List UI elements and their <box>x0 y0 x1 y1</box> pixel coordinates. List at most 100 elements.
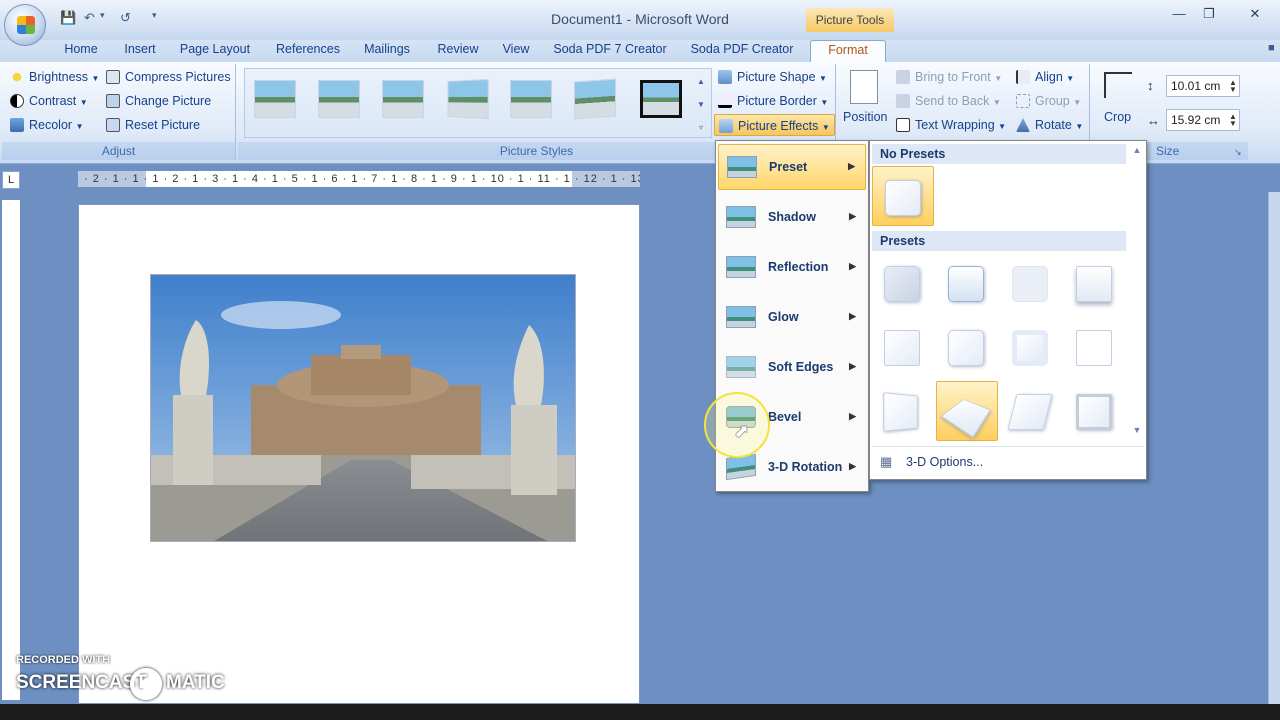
scroll-down-icon[interactable]: ▼ <box>1130 425 1144 435</box>
bring-to-front-button[interactable]: Bring to Front ▼ <box>896 66 1002 88</box>
tab-page-layout[interactable]: Page Layout <box>174 40 256 62</box>
restore-icon[interactable]: ❐ <box>1198 6 1220 24</box>
crop-button[interactable]: Crop <box>1104 106 1131 128</box>
preset-tile[interactable] <box>1000 253 1058 313</box>
tab-references[interactable]: References <box>270 40 346 62</box>
group-button[interactable]: Group ▼ <box>1016 90 1081 112</box>
chevron-down-icon: ▼ <box>819 74 827 83</box>
preset-swatch <box>1076 330 1112 366</box>
preset-tile[interactable] <box>872 253 930 313</box>
rotate-icon <box>1016 118 1030 132</box>
align-button[interactable]: Align ▼ <box>1016 66 1074 88</box>
menu-item-shadow[interactable]: Shadow ▶ <box>718 195 866 241</box>
soft-edges-label: Soft Edges <box>768 360 834 374</box>
menu-item-preset[interactable]: Preset ▶ <box>718 144 866 190</box>
position-button[interactable]: Position <box>843 106 887 128</box>
close-icon[interactable]: ✕ <box>1244 6 1266 24</box>
size-dialog-launcher-icon[interactable]: ↘ <box>1234 147 1242 158</box>
picture-style-thumb[interactable] <box>254 80 296 118</box>
text-wrapping-button[interactable]: Text Wrapping ▼ <box>896 114 1006 136</box>
compress-pictures-button[interactable]: Compress Pictures <box>106 66 231 88</box>
picture-style-thumb[interactable] <box>382 80 424 118</box>
scroll-up-icon[interactable]: ▲ <box>1130 145 1144 155</box>
office-button[interactable] <box>4 4 46 46</box>
tab-insert[interactable]: Insert <box>116 40 164 62</box>
picture-style-thumb-selected[interactable] <box>640 80 682 118</box>
horizontal-ruler[interactable]: · 2 · 1 · 1 · 1 · 2 · 1 · 3 · 1 · 4 · 1 … <box>78 171 640 187</box>
contrast-label: Contrast <box>29 94 77 108</box>
preset-swatch <box>883 392 918 432</box>
preset-label: Preset <box>769 160 808 174</box>
brightness-button[interactable]: Brightness ▼ <box>10 66 99 88</box>
submenu-arrow-icon: ▶ <box>849 311 856 321</box>
picture-border-icon <box>718 94 732 108</box>
shadow-label: Shadow <box>768 210 816 224</box>
picture-style-thumb[interactable] <box>574 78 616 120</box>
tab-format[interactable]: Format <box>810 40 886 62</box>
tab-view[interactable]: View <box>496 40 536 62</box>
send-to-back-button[interactable]: Send to Back ▼ <box>896 90 1001 112</box>
change-picture-button[interactable]: Change Picture <box>106 90 211 112</box>
chevron-down-icon: ▼ <box>821 123 830 132</box>
window-title: Document1 - Microsoft Word <box>551 11 729 27</box>
inserted-picture[interactable] <box>150 274 576 542</box>
tab-home[interactable]: Home <box>56 40 106 62</box>
preset-tile[interactable] <box>1064 317 1122 377</box>
vertical-scrollbar[interactable] <box>1268 192 1280 720</box>
picture-shape-button[interactable]: Picture Shape ▼ <box>718 66 827 88</box>
preset-tile[interactable] <box>872 381 930 441</box>
preset-tile[interactable] <box>936 317 994 377</box>
send-to-back-label: Send to Back <box>915 94 990 108</box>
chevron-down-icon: ▼ <box>91 74 100 83</box>
preset-tile[interactable] <box>1064 253 1122 313</box>
tab-mailings[interactable]: Mailings <box>356 40 418 62</box>
reset-picture-label: Reset Picture <box>125 118 201 132</box>
preset-tile[interactable] <box>1000 317 1058 377</box>
picture-style-thumb[interactable] <box>318 80 360 118</box>
bring-to-front-label: Bring to Front <box>915 70 991 84</box>
tab-selector-button[interactable]: L <box>2 171 20 189</box>
width-spinner-icon[interactable]: ▲ ▼ <box>1229 113 1237 128</box>
office-logo-icon <box>17 16 35 34</box>
reset-picture-button[interactable]: Reset Picture <box>106 114 200 136</box>
picture-effects-button[interactable]: Picture Effects ▼ <box>714 114 835 136</box>
menu-item-glow[interactable]: Glow ▶ <box>718 295 866 341</box>
submenu-arrow-icon: ▶ <box>849 461 856 471</box>
menu-item-soft-edges[interactable]: Soft Edges ▶ <box>718 345 866 391</box>
3d-options-item[interactable]: ▦ 3-D Options... <box>872 446 1144 476</box>
text-wrapping-label: Text Wrapping <box>915 118 995 132</box>
preset-tile[interactable] <box>872 317 930 377</box>
picture-style-thumb[interactable] <box>447 78 489 120</box>
preset-tile[interactable] <box>1000 381 1058 441</box>
preset-tile-highlighted[interactable] <box>936 381 998 441</box>
align-label: Align <box>1035 70 1063 84</box>
preset-tile[interactable] <box>1064 381 1122 441</box>
preset-tile[interactable] <box>936 253 994 313</box>
picture-border-button[interactable]: Picture Border ▼ <box>718 90 828 112</box>
tab-soda-pdf-7-creator[interactable]: Soda PDF 7 Creator <box>550 40 670 62</box>
height-spinner-icon[interactable]: ▲ ▼ <box>1229 79 1237 94</box>
3d-options-label: 3-D Options... <box>906 455 984 469</box>
compress-label: Compress Pictures <box>125 70 231 84</box>
chevron-down-icon: ▼ <box>1073 98 1082 107</box>
tab-review[interactable]: Review <box>430 40 486 62</box>
submenu-scrollbar[interactable]: ▲ ▼ <box>1130 145 1144 441</box>
minimize-icon[interactable]: — <box>1168 6 1190 24</box>
tab-soda-pdf-creator[interactable]: Soda PDF Creator <box>684 40 800 62</box>
reset-picture-icon <box>106 118 120 132</box>
recolor-button[interactable]: Recolor ▼ <box>10 114 83 136</box>
bevel-label: Bevel <box>768 410 802 424</box>
gallery-scroll[interactable]: ▲ ▼ ▿ <box>694 70 708 139</box>
3d-rotation-label: 3-D Rotation <box>768 460 843 474</box>
reflection-label: Reflection <box>768 260 829 274</box>
chevron-down-icon: ▼ <box>79 98 88 107</box>
vertical-ruler[interactable] <box>2 200 20 700</box>
picture-style-thumb[interactable] <box>510 80 552 118</box>
rotate-button[interactable]: Rotate ▼ <box>1016 114 1083 136</box>
help-icon[interactable]: ■ <box>1268 42 1275 54</box>
preset-swatch <box>1012 266 1048 302</box>
contrast-button[interactable]: Contrast ▼ <box>10 90 88 112</box>
bottom-strip <box>0 704 1280 720</box>
preset-none-tile[interactable] <box>872 166 934 226</box>
menu-item-reflection[interactable]: Reflection ▶ <box>718 245 866 291</box>
